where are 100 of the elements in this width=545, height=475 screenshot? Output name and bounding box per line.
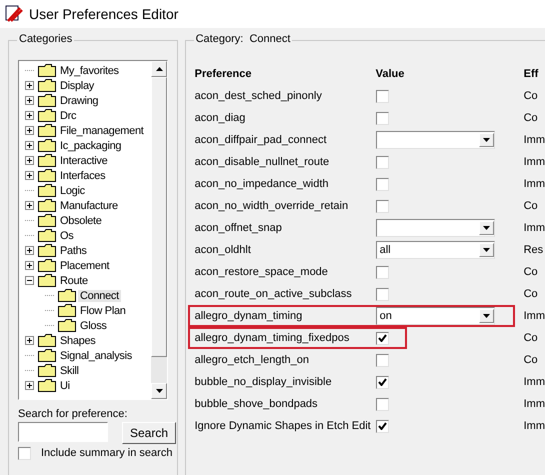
dropdown[interactable] <box>376 131 495 149</box>
checkbox[interactable] <box>376 354 389 366</box>
checkbox[interactable] <box>376 156 389 168</box>
tree-item[interactable]: Shapes <box>58 334 98 346</box>
scroll-thumb[interactable] <box>151 77 167 357</box>
tree-item[interactable]: Flow Plan <box>78 304 128 316</box>
column-header: Preference <box>194 68 252 80</box>
expand-icon[interactable] <box>25 111 34 120</box>
checkbox[interactable] <box>376 420 389 432</box>
tree-item[interactable]: Connect <box>78 290 121 302</box>
scroll-up-button[interactable] <box>151 61 167 77</box>
dropdown[interactable]: on <box>376 307 495 325</box>
preference-name: allegro_etch_length_on <box>194 354 310 366</box>
preference-name: acon_oldhlt <box>194 244 252 256</box>
preference-name: allegro_dynam_timing <box>194 310 304 322</box>
collapse-icon[interactable] <box>25 276 34 285</box>
tree-item[interactable]: Interactive <box>58 154 110 166</box>
preference-name: acon_diffpair_pad_connect <box>194 134 328 146</box>
checkbox[interactable] <box>376 178 389 190</box>
tree-item[interactable]: Gloss <box>78 320 109 332</box>
tree-item[interactable]: Manufacture <box>58 200 120 212</box>
effect-text: Res <box>524 244 544 256</box>
tree-item[interactable]: Placement <box>58 260 112 272</box>
preference-name: acon_no_impedance_width <box>194 178 330 190</box>
down-arrow-icon <box>482 248 490 252</box>
folder-icon <box>58 319 76 332</box>
scroll-down-button[interactable] <box>151 383 167 399</box>
tree-item[interactable]: Display <box>58 80 96 92</box>
expand-icon[interactable] <box>25 261 34 270</box>
folder-icon <box>38 229 56 242</box>
preference-name: acon_offnet_snap <box>194 222 283 234</box>
effect-text: Co <box>524 266 538 278</box>
effect-text: Imm <box>524 156 545 168</box>
folder-icon <box>38 94 56 107</box>
checkbox[interactable] <box>376 376 389 388</box>
folder-icon <box>58 304 76 317</box>
checkbox[interactable] <box>376 200 389 212</box>
dropdown[interactable]: all <box>376 241 495 259</box>
folder-icon <box>38 64 56 77</box>
tree-item[interactable]: Os <box>58 230 76 242</box>
effect-text: Imm <box>524 376 545 388</box>
expand-icon[interactable] <box>25 126 34 135</box>
dropdown[interactable] <box>376 219 495 237</box>
expand-icon[interactable] <box>25 336 34 345</box>
search-field[interactable] <box>18 422 108 442</box>
preference-name: bubble_shove_bondpads <box>194 398 319 410</box>
preference-name: allegro_dynam_timing_fixedpos <box>194 332 350 344</box>
preference-name: acon_route_on_active_subclass <box>194 288 353 300</box>
tree-item[interactable]: Interfaces <box>58 170 108 182</box>
search-button[interactable]: Search <box>122 422 176 444</box>
checkbox[interactable] <box>376 112 389 124</box>
checkbox[interactable] <box>376 90 389 102</box>
up-arrow-icon <box>156 67 162 71</box>
checkmark-icon <box>378 334 387 342</box>
checkbox[interactable] <box>376 288 389 300</box>
tree-item[interactable]: Skill <box>58 364 81 376</box>
search-label: Search for preference: <box>18 408 128 420</box>
checkbox[interactable] <box>376 266 389 278</box>
tree-item[interactable]: Drc <box>58 110 78 122</box>
folder-icon <box>38 199 56 212</box>
tree-item[interactable]: Ic_packaging <box>58 140 124 152</box>
preference-name: acon_diag <box>194 112 246 124</box>
expand-icon[interactable] <box>25 96 34 105</box>
folder-icon <box>38 109 56 122</box>
preference-name: acon_dest_sched_pinonly <box>194 90 323 102</box>
folder-icon <box>38 214 56 227</box>
preference-name: acon_disable_nullnet_route <box>194 156 330 168</box>
effect-text: Co <box>524 354 538 366</box>
folder-icon <box>38 244 56 257</box>
preference-name: Ignore Dynamic Shapes in Etch Edit <box>194 420 372 432</box>
expand-icon[interactable] <box>25 201 34 210</box>
tree-item[interactable]: Ui <box>58 380 72 392</box>
effect-text: Co <box>524 112 538 124</box>
folder-icon <box>38 154 56 167</box>
expand-icon[interactable] <box>25 171 34 180</box>
expand-icon[interactable] <box>25 246 34 255</box>
tree-item[interactable]: Logic <box>58 184 87 196</box>
tree-item[interactable]: Obsolete <box>58 214 104 226</box>
expand-icon[interactable] <box>25 381 34 390</box>
expand-icon[interactable] <box>25 81 34 90</box>
tree-item[interactable]: Drawing <box>58 94 100 106</box>
tree-item[interactable]: My_favorites <box>58 64 121 76</box>
expand-icon[interactable] <box>25 141 34 150</box>
tree-item[interactable]: File_management <box>58 124 146 136</box>
tree-item[interactable]: Signal_analysis <box>58 350 134 362</box>
checkbox[interactable] <box>376 332 389 344</box>
folder-icon <box>38 139 56 152</box>
expand-icon[interactable] <box>25 156 34 165</box>
checkbox[interactable] <box>376 398 389 410</box>
folder-icon <box>38 349 56 362</box>
tree-item[interactable]: Route <box>58 274 90 286</box>
down-arrow-icon <box>156 389 162 393</box>
group-legend: Category: Connect <box>194 33 292 45</box>
effect-text: Co <box>524 332 538 344</box>
checkbox[interactable] <box>18 447 31 460</box>
folder-icon <box>38 379 56 392</box>
tree-item[interactable]: Paths <box>58 244 89 256</box>
down-arrow-icon <box>482 138 490 142</box>
folder-icon <box>38 334 56 347</box>
window-title: User Preferences Editor <box>29 6 178 22</box>
